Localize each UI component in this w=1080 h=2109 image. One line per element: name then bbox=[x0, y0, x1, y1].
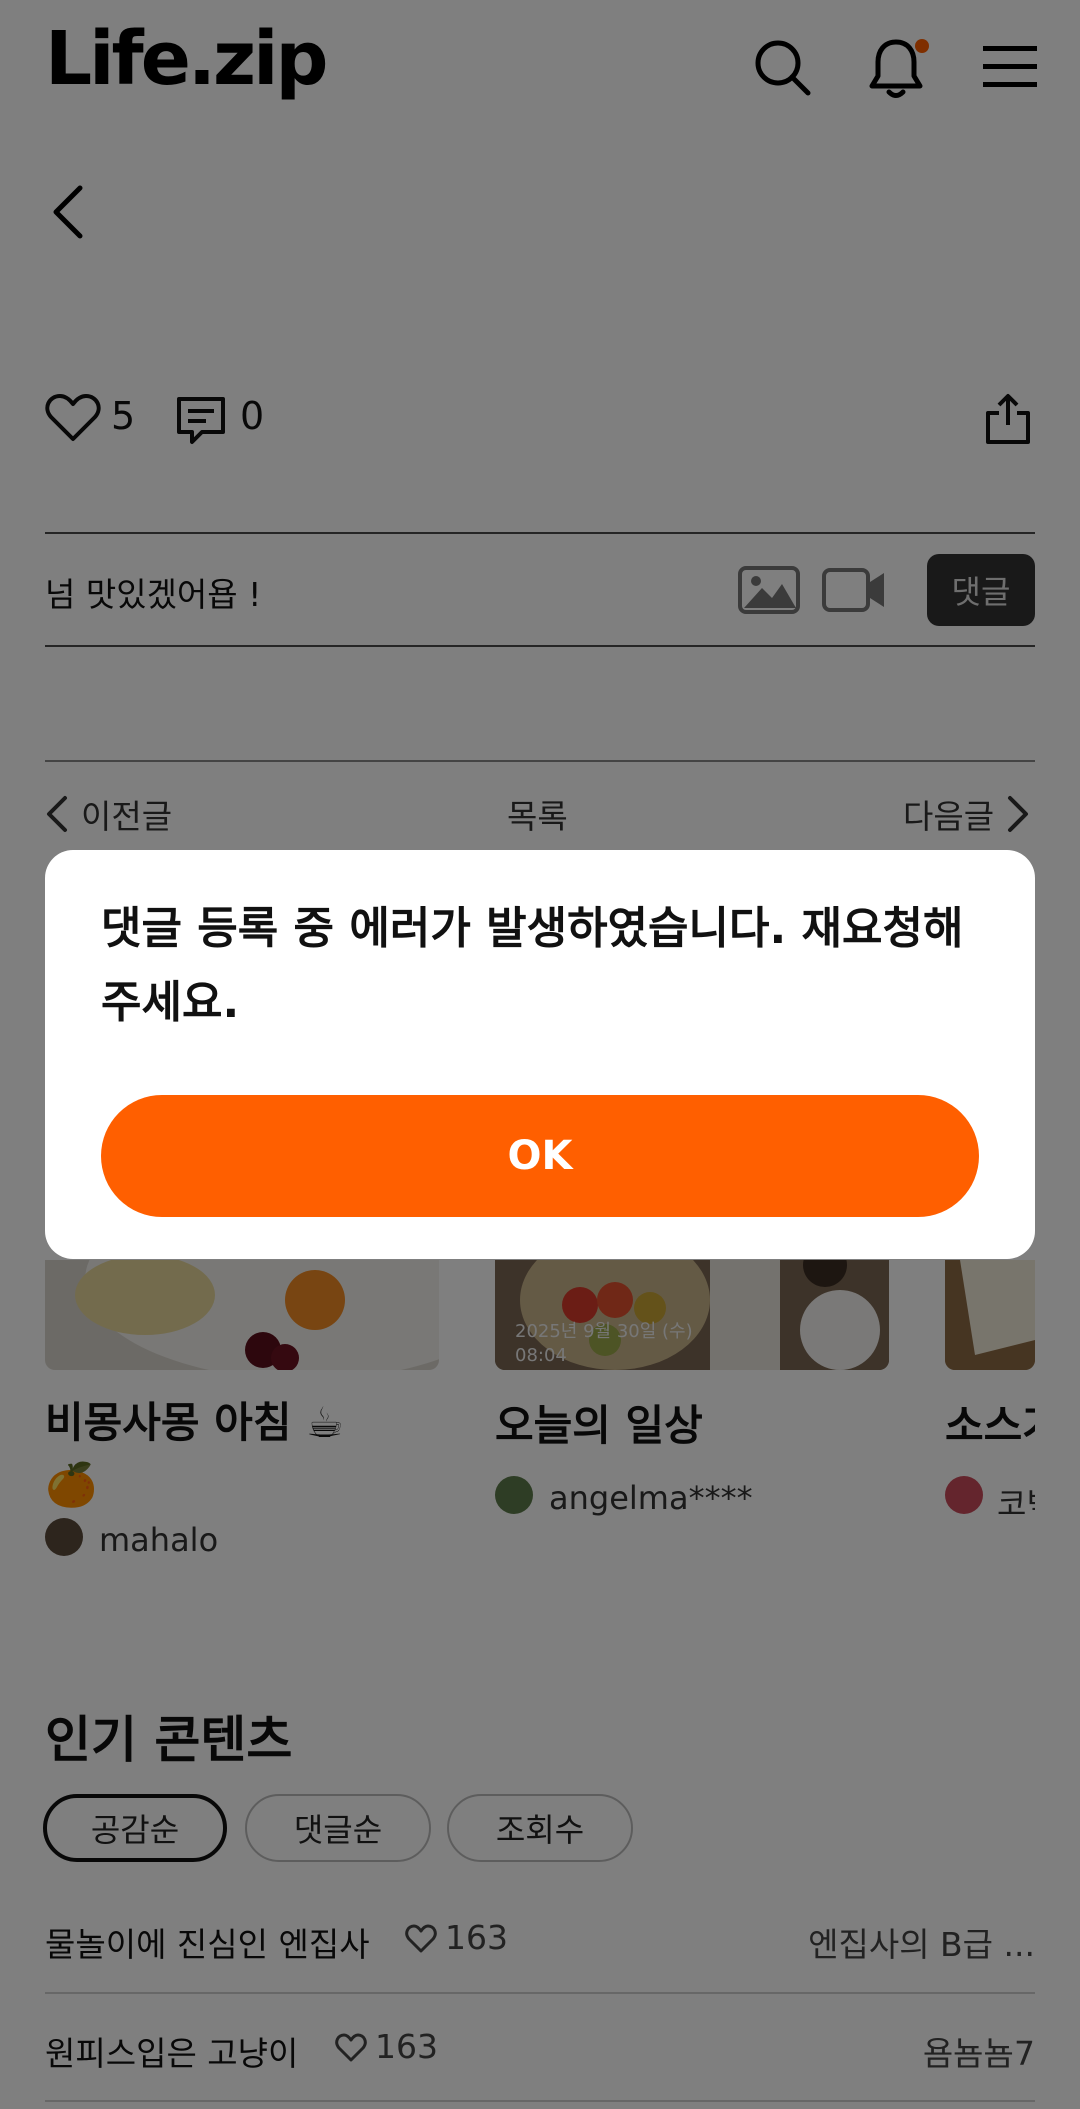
error-message: 댓글 등록 중 에러가 발생하였습니다. 재요청해주세요. bbox=[101, 903, 964, 1028]
ok-button[interactable]: OK bbox=[101, 1095, 979, 1217]
error-dialog: 댓글 등록 중 에러가 발생하였습니다. 재요청해주세요. OK bbox=[45, 850, 1035, 1259]
